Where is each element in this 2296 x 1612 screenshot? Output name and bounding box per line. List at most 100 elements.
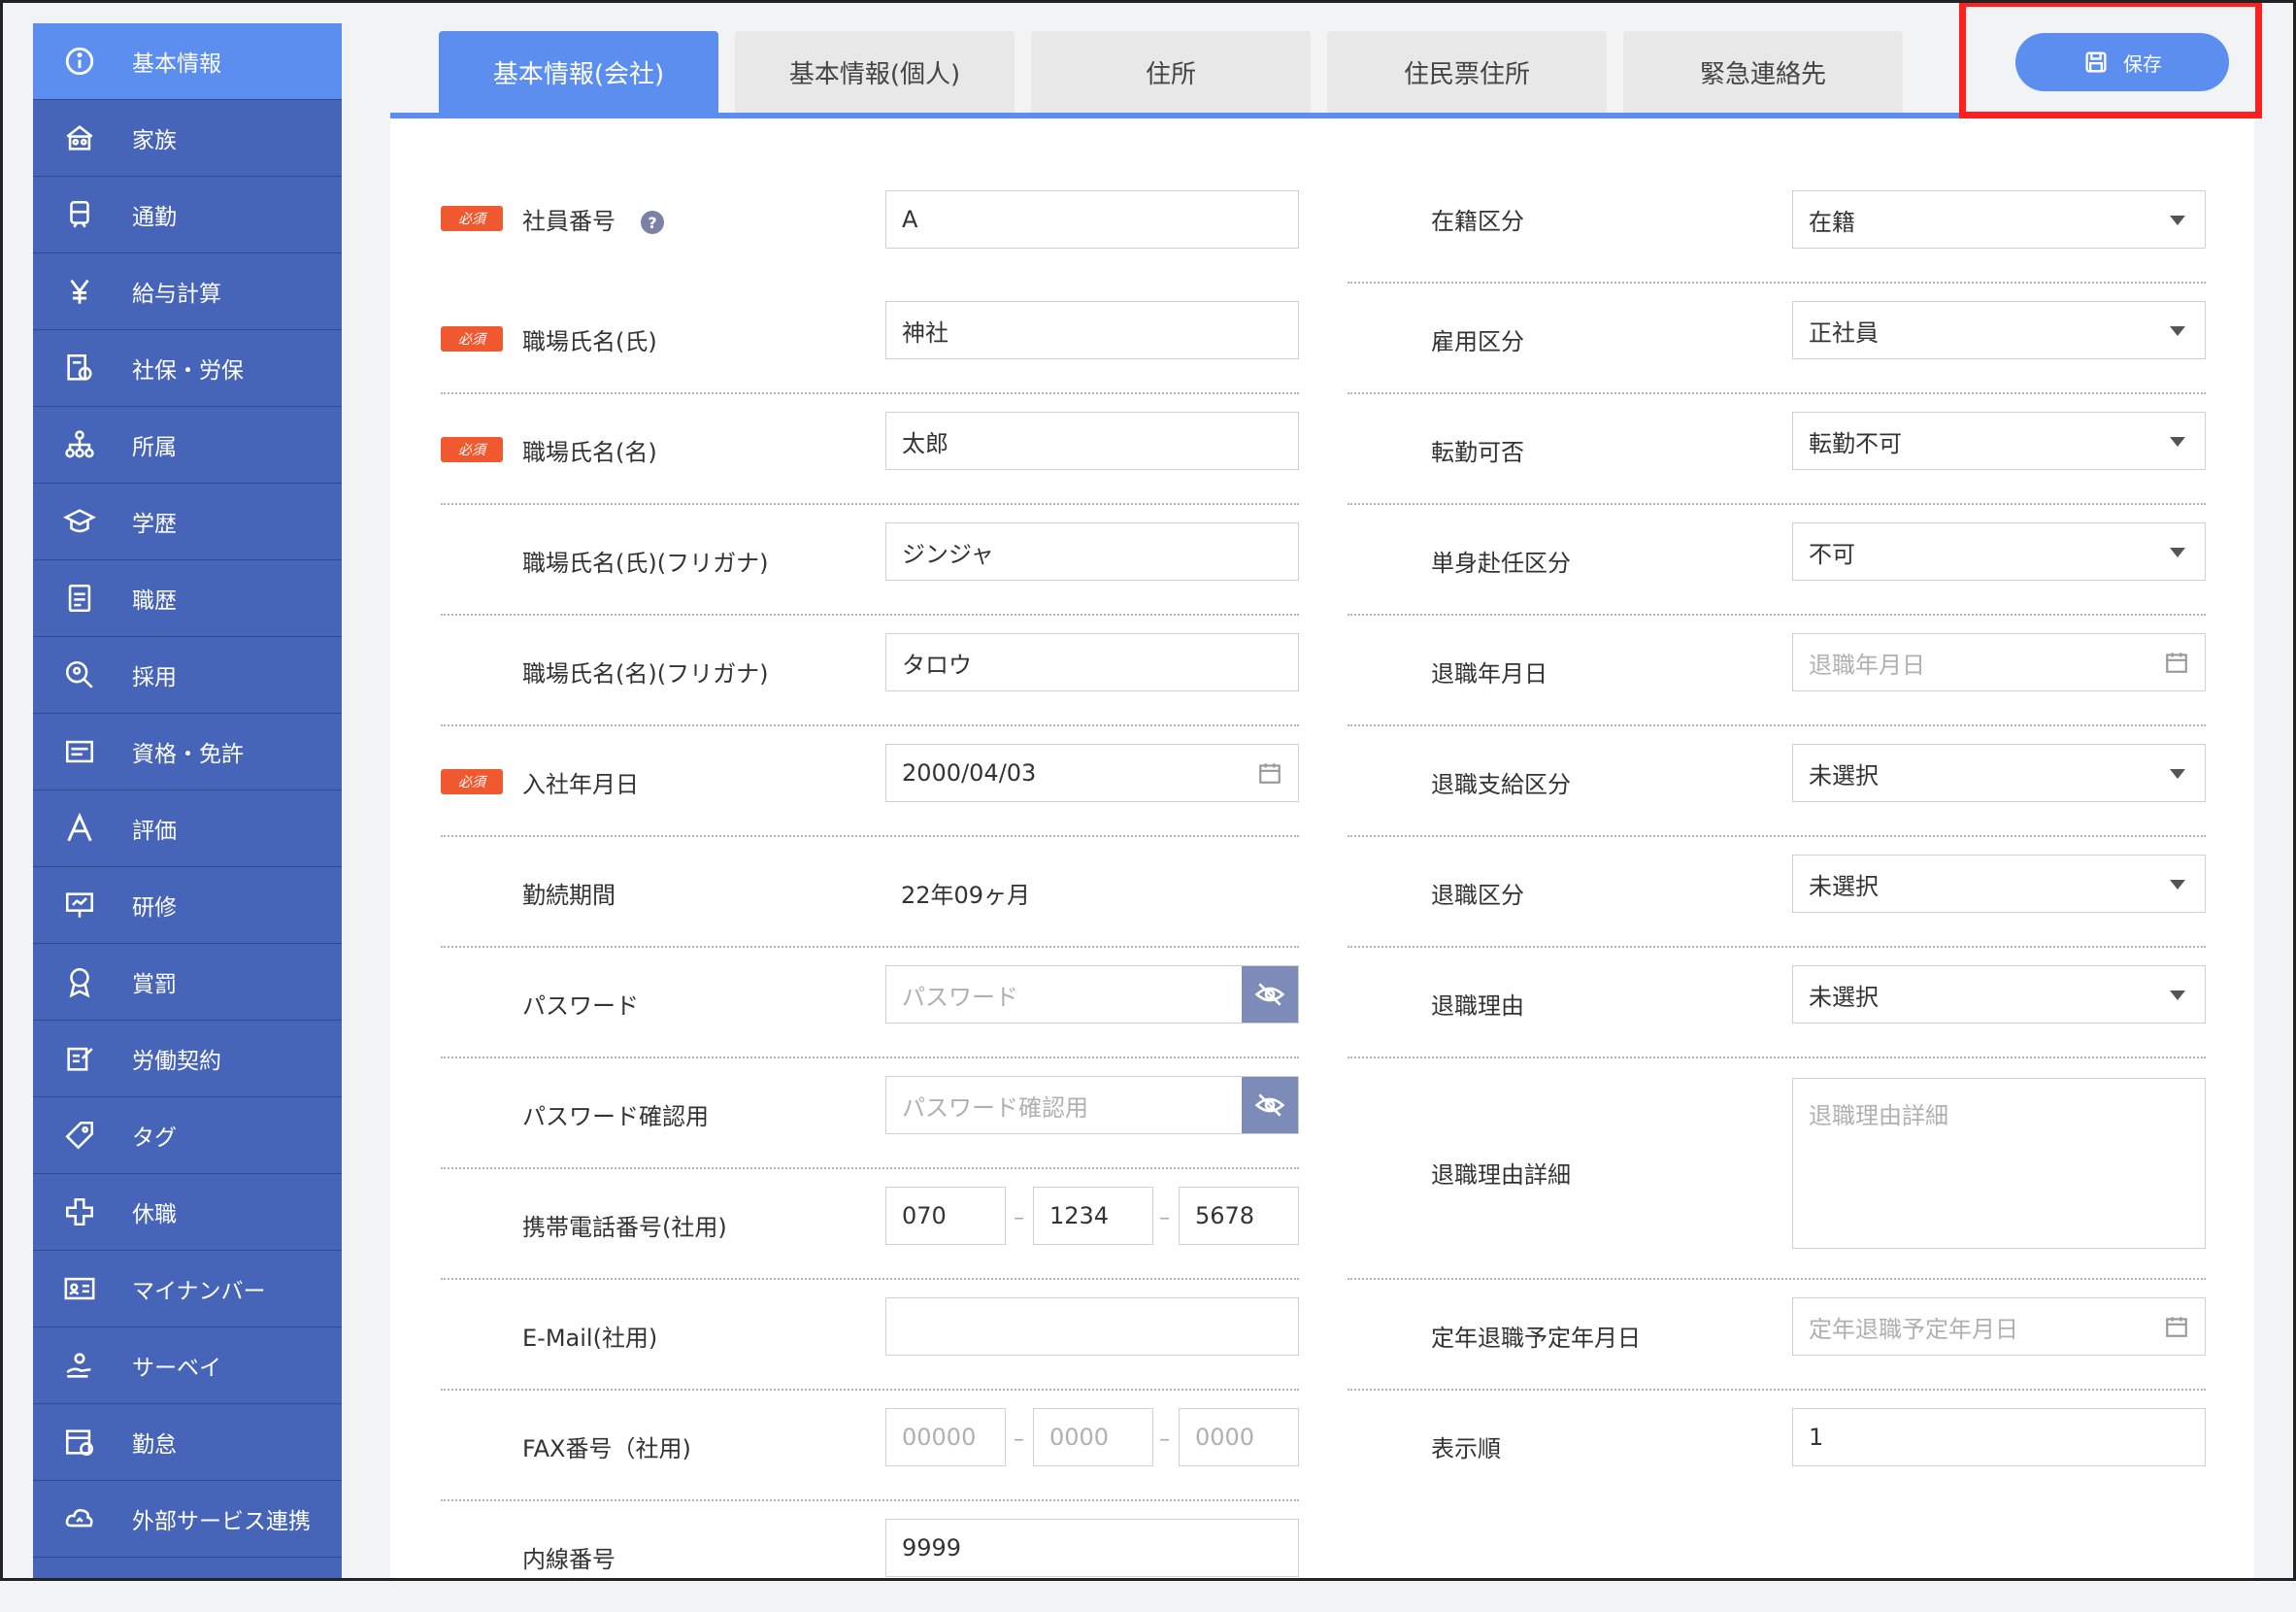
sidebar-item-basic-info[interactable]: 基本情報 — [33, 23, 342, 100]
sidebar-item-survey[interactable]: サーベイ — [33, 1327, 342, 1404]
row-retire-type: 退職区分 未選択 — [1348, 837, 2206, 948]
mobile-part3-input[interactable]: 5678 — [1179, 1187, 1299, 1245]
row-display-order: 表示順 1 — [1348, 1391, 2206, 1501]
calendar-icon[interactable] — [2164, 650, 2189, 675]
tab-basic-company[interactable]: 基本情報(会社) — [439, 31, 718, 113]
enrollment-select[interactable]: 在籍 — [1792, 190, 2206, 249]
last-kana-input[interactable]: ジンジャ — [885, 522, 1299, 581]
sidebar-item-recruit[interactable]: 採用 — [33, 637, 342, 714]
sidebar-item-license[interactable]: 資格・免許 — [33, 714, 342, 790]
first-kana-input[interactable]: タロウ — [885, 633, 1299, 691]
password-confirm-placeholder: パスワード確認用 — [902, 1093, 1088, 1122]
sidebar-item-external[interactable]: 外部サービス連携 — [33, 1481, 342, 1558]
required-badge: 必須 — [441, 437, 503, 462]
evaluation-a-icon — [60, 809, 99, 848]
single-assign-select[interactable]: 不可 — [1792, 522, 2206, 581]
retire-pay-select[interactable]: 未選択 — [1792, 744, 2206, 802]
sidebar-item-label: 基本情報 — [132, 51, 221, 77]
sidebar-item-payroll[interactable]: 給与計算 — [33, 253, 342, 330]
row-email: E-Mail(社用) — [441, 1280, 1299, 1391]
calendar-icon[interactable] — [1257, 760, 1282, 786]
hide-password-icon[interactable] — [1242, 1077, 1298, 1133]
retire-type-select[interactable]: 未選択 — [1792, 855, 2206, 913]
chevron-down-icon — [2170, 991, 2185, 1000]
retire-type-value: 未選択 — [1809, 872, 1879, 900]
sidebar-item-evaluation[interactable]: 評価 — [33, 790, 342, 867]
sidebar-item-label: 労働契約 — [132, 1049, 221, 1074]
employee-no-input[interactable]: A — [885, 190, 1299, 249]
separator-dash: – — [1014, 1206, 1024, 1230]
email-input[interactable] — [885, 1297, 1299, 1356]
chevron-down-icon — [2170, 769, 2185, 779]
sidebar-item-training[interactable]: 研修 — [33, 867, 342, 944]
employment-select[interactable]: 正社員 — [1792, 301, 2206, 359]
sidebar-item-label: 職歴 — [132, 588, 177, 614]
sidebar-item-awards[interactable]: 賞罰 — [33, 944, 342, 1021]
sidebar-item-mynumber[interactable]: マイナンバー — [33, 1251, 342, 1327]
graduation-cap-icon — [60, 502, 99, 541]
retire-pay-label: 退職支給区分 — [1431, 771, 1571, 798]
retire-date-placeholder: 退職年月日 — [1809, 651, 1925, 679]
sidebar-item-label: 給与計算 — [132, 282, 221, 307]
save-label: 保存 — [2123, 51, 2162, 76]
mobile-part2-input[interactable]: 1234 — [1033, 1187, 1153, 1245]
row-tenure: 勤続期間 22年09ヶ月 — [441, 837, 1299, 948]
extension-label: 内線番号 — [522, 1546, 616, 1573]
license-card-icon — [60, 732, 99, 771]
save-button[interactable]: 保存 — [2015, 33, 2229, 91]
tab-address[interactable]: 住所 — [1031, 31, 1311, 113]
sidebar-item-career[interactable]: 職歴 — [33, 560, 342, 637]
retire-planned-input[interactable]: 定年退職予定年月日 — [1792, 1297, 2206, 1356]
tab-basic-personal[interactable]: 基本情報(個人) — [735, 31, 1015, 113]
sidebar-item-education[interactable]: 学歴 — [33, 484, 342, 560]
display-order-input[interactable]: 1 — [1792, 1408, 2206, 1466]
tenure-label: 勤続期間 — [522, 882, 616, 909]
sidebar-item-label: 休職 — [132, 1202, 177, 1227]
sidebar-item-family[interactable]: 家族 — [33, 100, 342, 177]
first-name-input[interactable]: 太郎 — [885, 412, 1299, 470]
retire-detail-label: 退職理由詳細 — [1431, 1161, 1571, 1189]
sidebar-item-label: 資格・免許 — [132, 742, 244, 767]
calendar-icon[interactable] — [2164, 1314, 2189, 1339]
info-icon — [60, 42, 99, 81]
help-icon[interactable]: ? — [641, 211, 664, 234]
retire-reason-select[interactable]: 未選択 — [1792, 965, 2206, 1024]
mobile-part1-input[interactable]: 070 — [885, 1187, 1006, 1245]
password-confirm-input[interactable]: パスワード確認用 — [885, 1076, 1299, 1134]
password-input[interactable]: パスワード — [885, 965, 1299, 1024]
sidebar-item-label: 所属 — [132, 435, 177, 460]
retire-date-input[interactable]: 退職年月日 — [1792, 633, 2206, 691]
fax-part1-input[interactable]: 00000 — [885, 1408, 1006, 1466]
row-password-confirm: パスワード確認用 パスワード確認用 — [441, 1058, 1299, 1169]
sidebar-item-attendance[interactable]: 勤怠 — [33, 1404, 342, 1481]
fax-part2-input[interactable]: 0000 — [1033, 1408, 1153, 1466]
tag-icon — [60, 1116, 99, 1155]
sidebar-item-commute[interactable]: 通勤 — [33, 177, 342, 253]
tenure-value: 22年09ヶ月 — [901, 882, 1031, 909]
sidebar-item-label: 採用 — [132, 665, 177, 690]
hide-password-icon[interactable] — [1242, 966, 1298, 1023]
train-icon — [60, 195, 99, 234]
retire-detail-textarea[interactable]: 退職理由詳細 — [1792, 1078, 2206, 1249]
form-panel: 必須 社員番号? A 必須 職場氏名(氏) 神社 必須 職場氏名(名) 太郎 職… — [390, 118, 2254, 1581]
org-chart-icon — [60, 425, 99, 464]
sidebar-item-label: 学歴 — [132, 512, 177, 537]
extension-input[interactable]: 9999 — [885, 1519, 1299, 1577]
sidebar-item-leave[interactable]: 休職 — [33, 1174, 342, 1251]
row-first-name: 必須 職場氏名(名) 太郎 — [441, 394, 1299, 505]
fax-part3-input[interactable]: 0000 — [1179, 1408, 1299, 1466]
sidebar-item-insurance[interactable]: 社保・労保 — [33, 330, 342, 407]
row-retire-date: 退職年月日 退職年月日 — [1348, 616, 2206, 726]
join-date-input[interactable]: 2000/04/03 — [885, 744, 1299, 802]
transfer-select[interactable]: 転勤不可 — [1792, 412, 2206, 470]
career-document-icon — [60, 579, 99, 618]
tab-resident-address[interactable]: 住民票住所 — [1327, 31, 1607, 113]
chevron-down-icon — [2170, 326, 2185, 336]
sidebar-item-affiliation[interactable]: 所属 — [33, 407, 342, 484]
tab-emergency-contact[interactable]: 緊急連絡先 — [1623, 31, 1903, 113]
sidebar-item-tag[interactable]: タグ — [33, 1097, 342, 1174]
retire-type-label: 退職区分 — [1431, 882, 1524, 909]
enrollment-value: 在籍 — [1809, 208, 1855, 236]
last-name-input[interactable]: 神社 — [885, 301, 1299, 359]
sidebar-item-contract[interactable]: 労働契約 — [33, 1021, 342, 1097]
